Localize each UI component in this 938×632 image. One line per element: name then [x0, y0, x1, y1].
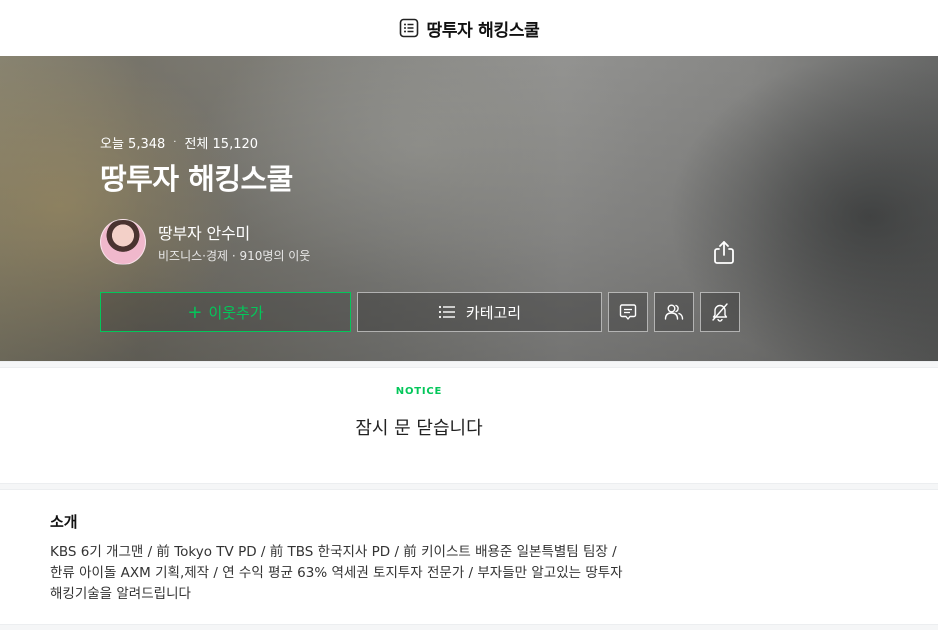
blog-cover: 오늘 5,348 · 전체 15,120 땅투자 해킹스쿨 땅부자 안수미 비즈… — [0, 56, 938, 361]
profile: 땅부자 안수미 비즈니스·경제 · 910명의 이웃 — [100, 219, 310, 265]
neighbors-button[interactable] — [654, 292, 694, 332]
bell-off-icon — [712, 303, 728, 322]
today-count: 오늘 5,348 — [100, 137, 166, 152]
people-icon — [664, 304, 684, 320]
add-neighbor-label: 이웃추가 — [208, 303, 264, 322]
profile-meta: 비즈니스·경제 · 910명의 이웃 — [158, 249, 311, 263]
action-buttons: + 이웃추가 카테고리 — [100, 292, 740, 332]
guestbook-button[interactable] — [608, 292, 648, 332]
top-bar-title[interactable]: 땅투자 해킹스쿨 — [427, 16, 540, 41]
top-bar: 땅투자 해킹스쿨 — [0, 0, 938, 56]
section-divider — [0, 624, 938, 630]
notification-off-button[interactable] — [700, 292, 740, 332]
blog-title[interactable]: 땅투자 해킹스쿨 — [100, 156, 293, 198]
avatar[interactable] — [100, 219, 146, 265]
list-box-icon[interactable] — [399, 18, 419, 38]
message-icon — [619, 304, 637, 320]
share-icon[interactable] — [712, 239, 736, 265]
intro-heading: 소개 — [50, 513, 78, 531]
intro-text: KBS 6기 개그맨 / 前 Tokyo TV PD / 前 TBS 한국지사 … — [50, 544, 623, 602]
category-button[interactable]: 카테고리 — [357, 292, 602, 332]
category-label: 카테고리 — [465, 303, 522, 322]
notice-text[interactable]: 잠시 문 닫습니다 — [0, 414, 838, 440]
visitor-stats: 오늘 5,348 · 전체 15,120 — [100, 133, 258, 152]
notice-label: NOTICE — [395, 386, 443, 397]
plus-icon: + — [187, 301, 203, 323]
section-divider — [0, 483, 938, 490]
notice-section: NOTICE 잠시 문 닫습니다 — [0, 368, 938, 483]
section-divider — [0, 361, 938, 368]
total-count: 전체 15,120 — [184, 137, 259, 152]
stats-separator: · — [173, 137, 177, 148]
intro-section: 소개 KBS 6기 개그맨 / 前 Tokyo TV PD / 前 TBS 한국… — [0, 490, 938, 630]
nickname[interactable]: 땅부자 안수미 — [158, 220, 310, 244]
add-neighbor-button[interactable]: + 이웃추가 — [100, 292, 351, 332]
list-icon — [438, 305, 455, 319]
